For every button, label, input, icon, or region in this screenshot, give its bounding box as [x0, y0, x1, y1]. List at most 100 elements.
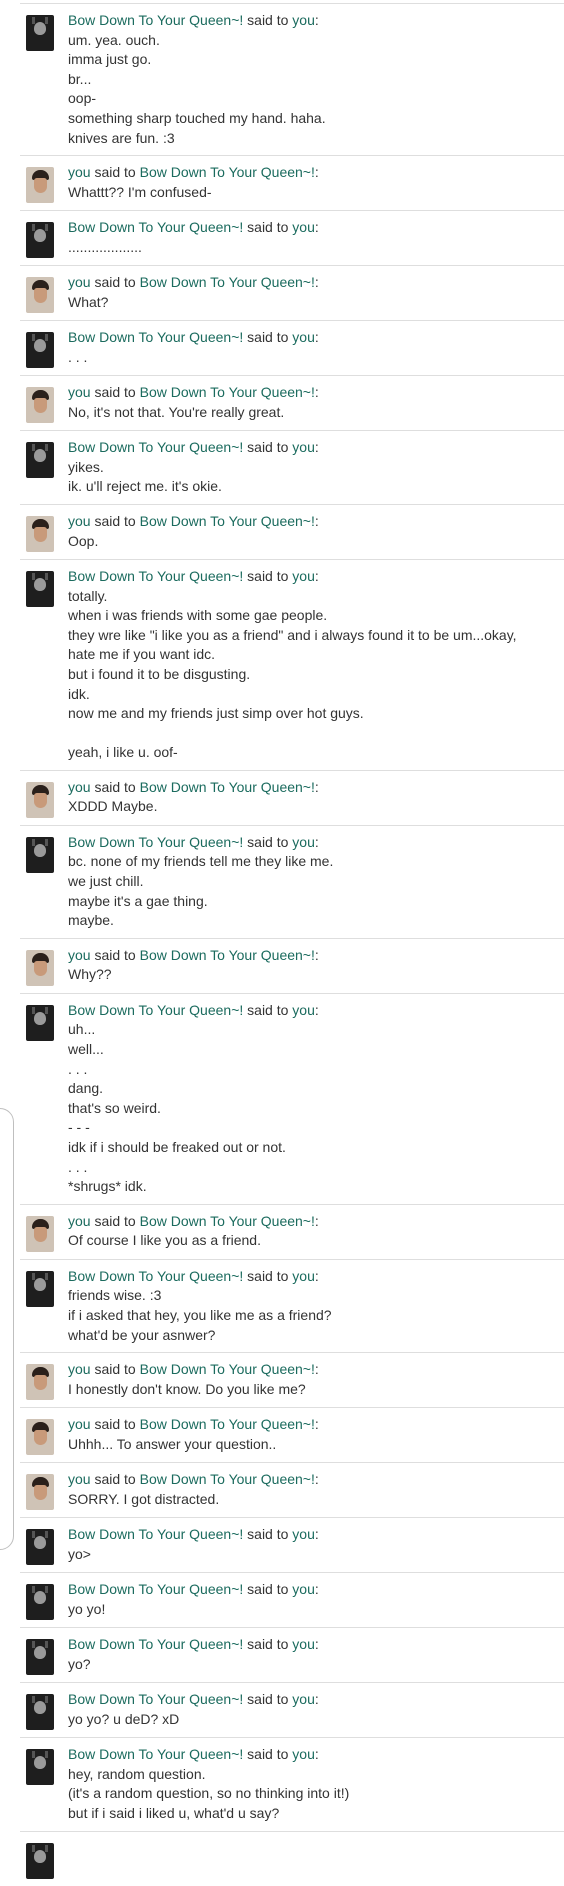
sender-link[interactable]: you: [68, 1213, 91, 1229]
message-text-line: I honestly don't know. Do you like me?: [68, 1380, 306, 1397]
avatar-you[interactable]: [26, 515, 54, 552]
recipient-link[interactable]: Bow Down To Your Queen~!: [140, 384, 315, 400]
avatar-queen[interactable]: [26, 1004, 54, 1041]
avatar-queen[interactable]: [26, 570, 54, 607]
recipient-link[interactable]: you: [292, 329, 315, 345]
sender-link[interactable]: Bow Down To Your Queen~!: [68, 329, 243, 345]
recipient-link[interactable]: Bow Down To Your Queen~!: [140, 164, 315, 180]
sender-link[interactable]: Bow Down To Your Queen~!: [68, 568, 243, 584]
header-colon: :: [314, 1636, 319, 1653]
sender-link[interactable]: you: [68, 1361, 91, 1377]
avatar-queen[interactable]: [26, 1584, 54, 1621]
sender-link[interactable]: Bow Down To Your Queen~!: [68, 1691, 243, 1707]
recipient-link[interactable]: you: [292, 219, 315, 235]
said-to-label: said to: [247, 12, 289, 28]
avatar-you[interactable]: [26, 167, 54, 204]
avatar-queen[interactable]: [26, 1270, 54, 1307]
sender-link[interactable]: you: [68, 1471, 91, 1487]
sender-link[interactable]: you: [68, 947, 91, 963]
message-row: Bow Down To Your Queen~! said to you: bc.…: [20, 824, 564, 938]
recipient-link[interactable]: you: [292, 1691, 315, 1707]
message-body: you said to Bow Down To Your Queen~!: Oop…: [68, 512, 564, 551]
message-row: [20, 1830, 564, 1886]
said-to-label: said to: [247, 1691, 289, 1708]
message-row: you said to Bow Down To Your Queen~!: No,…: [20, 375, 564, 430]
recipient-link[interactable]: you: [292, 834, 315, 850]
avatar-queen[interactable]: [26, 1842, 54, 1879]
said-to-label: said to: [247, 1526, 289, 1543]
avatar-queen[interactable]: [26, 332, 54, 369]
avatar-queen[interactable]: [26, 222, 54, 259]
sender-link[interactable]: Bow Down To Your Queen~!: [68, 1636, 243, 1652]
header-colon: :: [314, 833, 319, 850]
recipient-link[interactable]: Bow Down To Your Queen~!: [140, 1361, 315, 1377]
sender-link[interactable]: Bow Down To Your Queen~!: [68, 12, 243, 28]
avatar-you[interactable]: [26, 1364, 54, 1401]
message-header: Bow Down To Your Queen~! said to you:: [68, 328, 564, 348]
recipient-link[interactable]: you: [292, 1526, 315, 1542]
header-colon: :: [314, 12, 319, 28]
message-text-line: (it's a random question, so no thinking …: [68, 1785, 350, 1802]
avatar-queen[interactable]: [26, 442, 54, 479]
message-text-line: um. yea. ouch.: [68, 31, 160, 48]
avatar-you[interactable]: [26, 387, 54, 424]
said-to-label: said to: [94, 1471, 136, 1488]
avatar-queen[interactable]: [26, 836, 54, 873]
message-text-line: SORRY. I got distracted.: [68, 1490, 220, 1507]
sender-link[interactable]: Bow Down To Your Queen~!: [68, 1268, 243, 1284]
avatar-you[interactable]: [26, 781, 54, 818]
sender-link[interactable]: Bow Down To Your Queen~!: [68, 1581, 243, 1597]
sender-link[interactable]: you: [68, 384, 91, 400]
avatar-queen[interactable]: [26, 1529, 54, 1566]
sender-link[interactable]: you: [68, 779, 91, 795]
avatar-queen[interactable]: [26, 1639, 54, 1676]
said-to-label: said to: [247, 1267, 289, 1284]
header-colon: :: [314, 1001, 319, 1018]
sender-link[interactable]: you: [68, 1416, 91, 1432]
recipient-link[interactable]: Bow Down To Your Queen~!: [140, 1213, 315, 1229]
message-row: Bow Down To Your Queen~! said to you: fri…: [20, 1258, 564, 1352]
header-colon: :: [314, 778, 319, 795]
recipient-link[interactable]: Bow Down To Your Queen~!: [140, 513, 315, 529]
recipient-link[interactable]: you: [292, 1581, 315, 1597]
sender-link[interactable]: Bow Down To Your Queen~!: [68, 1002, 243, 1018]
header-colon: :: [314, 329, 319, 346]
message-text-line: well...: [68, 1041, 104, 1058]
recipient-link[interactable]: Bow Down To Your Queen~!: [140, 1471, 315, 1487]
sender-link[interactable]: Bow Down To Your Queen~!: [68, 1746, 243, 1762]
message-text-line: idk.: [68, 685, 90, 702]
sender-link[interactable]: Bow Down To Your Queen~!: [68, 219, 243, 235]
recipient-link[interactable]: you: [292, 1636, 315, 1652]
said-to-label: said to: [247, 1581, 289, 1598]
recipient-link[interactable]: Bow Down To Your Queen~!: [140, 1416, 315, 1432]
sender-link[interactable]: Bow Down To Your Queen~!: [68, 1526, 243, 1542]
sender-link[interactable]: Bow Down To Your Queen~!: [68, 834, 243, 850]
recipient-link[interactable]: you: [292, 1002, 315, 1018]
said-to-label: said to: [247, 219, 289, 236]
message-feed: Bow Down To Your Queen~! said to you: um.…: [20, 3, 564, 1886]
avatar-you[interactable]: [26, 1474, 54, 1511]
recipient-link[interactable]: Bow Down To Your Queen~!: [140, 274, 315, 290]
recipient-link[interactable]: you: [292, 12, 315, 28]
recipient-link[interactable]: you: [292, 439, 315, 455]
message-text-line: ...................: [68, 238, 142, 255]
avatar-queen[interactable]: [26, 1749, 54, 1786]
sender-link[interactable]: you: [68, 274, 91, 290]
avatar-you[interactable]: [26, 949, 54, 986]
message-text-line: . . .: [68, 1158, 88, 1175]
sender-link[interactable]: Bow Down To Your Queen~!: [68, 439, 243, 455]
avatar-you[interactable]: [26, 277, 54, 314]
recipient-link[interactable]: you: [292, 568, 315, 584]
recipient-link[interactable]: Bow Down To Your Queen~!: [140, 947, 315, 963]
recipient-link[interactable]: you: [292, 1268, 315, 1284]
recipient-link[interactable]: you: [292, 1746, 315, 1762]
avatar-you[interactable]: [26, 1215, 54, 1252]
avatar-you[interactable]: [26, 1419, 54, 1456]
message-body: you said to Bow Down To Your Queen~!: Wha…: [68, 163, 564, 202]
recipient-link[interactable]: Bow Down To Your Queen~!: [140, 779, 315, 795]
avatar-queen[interactable]: [26, 1694, 54, 1731]
sender-link[interactable]: you: [68, 164, 91, 180]
avatar-queen[interactable]: [26, 15, 54, 51]
message-body: Bow Down To Your Queen~! said to you: yo …: [68, 1690, 564, 1729]
sender-link[interactable]: you: [68, 513, 91, 529]
